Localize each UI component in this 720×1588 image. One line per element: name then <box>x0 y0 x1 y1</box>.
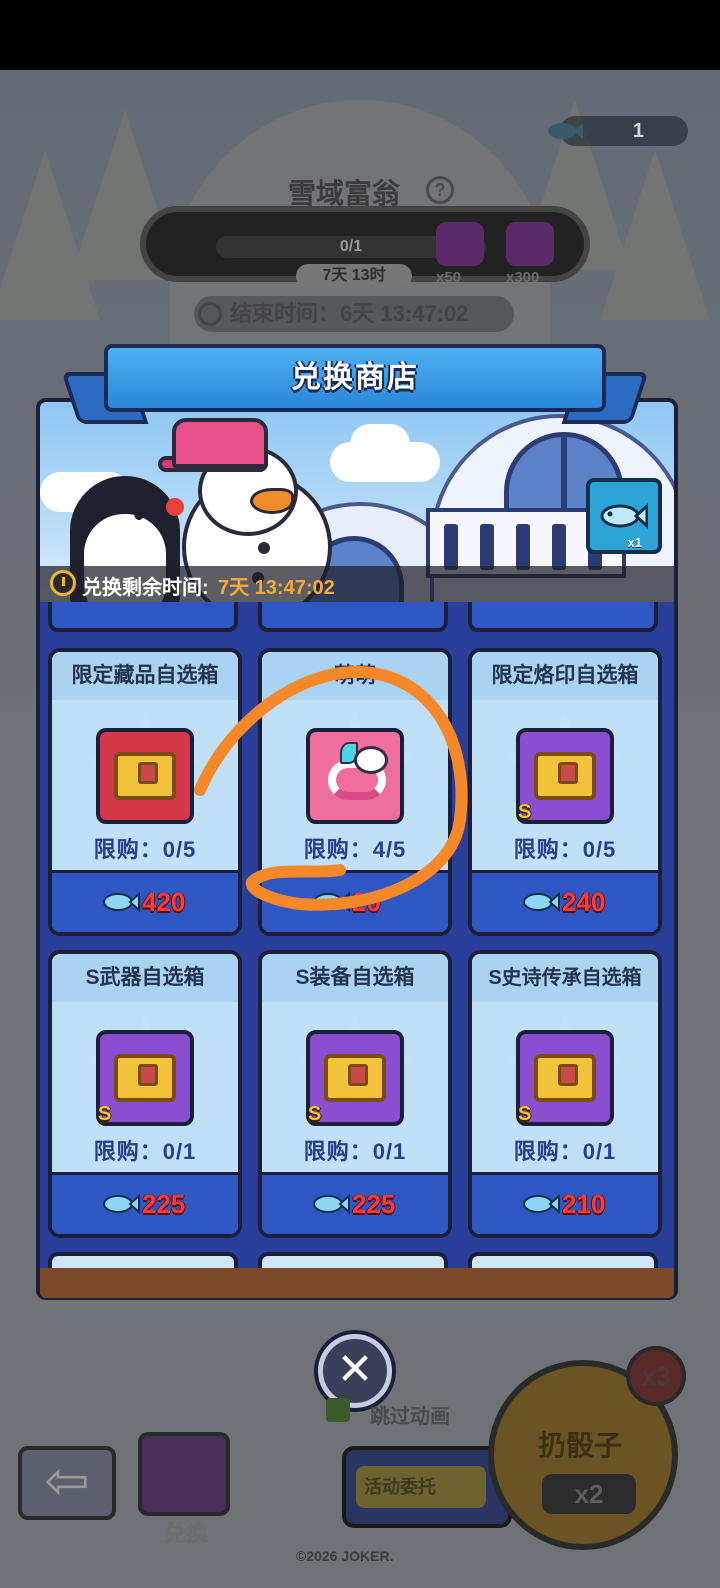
event-end-time: 结束时间：6天 13:47:02 <box>194 296 514 332</box>
multiplier-badge[interactable]: x3 <box>626 1346 686 1406</box>
item-price: 420 <box>142 887 186 917</box>
treasure-chest-icon <box>96 728 194 824</box>
stopwatch-icon <box>50 570 76 596</box>
remaining-time-label: 兑换剩余时间: <box>82 577 209 599</box>
exchange-icon <box>138 1432 230 1516</box>
fish-icon <box>548 123 583 139</box>
shop-title-ribbon: 兑换商店 <box>61 344 649 424</box>
item-purchase-limit: 限购：0/5 <box>513 837 617 862</box>
rank-badge: S <box>518 801 532 823</box>
item-name: 萌萌 <box>262 652 448 700</box>
gem-reward-icon: x50 <box>436 222 484 286</box>
shop-item-card[interactable]: S装备自选箱 S 限购：0/1 225 <box>258 950 452 1238</box>
item-price-button[interactable]: 20 <box>262 870 448 932</box>
shop-item-card[interactable]: S武器自选箱 S 限购：0/1 225 <box>48 950 242 1238</box>
item-name: 限定烙印自选箱 <box>472 652 658 700</box>
helmet-chest-icon: S <box>306 1030 404 1126</box>
copyright-text: ©2026 JOKER. <box>296 1548 394 1564</box>
event-task-button[interactable]: 活动委托 <box>342 1446 512 1528</box>
item-price: 225 <box>352 1189 396 1219</box>
item-price-button[interactable]: 225 <box>52 1172 238 1234</box>
fish-icon <box>523 891 560 913</box>
item-name: 限定藏品自选箱 <box>52 652 238 700</box>
modal-footer <box>40 1268 674 1298</box>
fish-icon <box>523 1193 560 1215</box>
item-price-button[interactable]: 210 <box>472 1172 658 1234</box>
fish-currency-counter: 1 <box>548 116 688 146</box>
event-timer-pill: 7天 13时 <box>296 264 412 288</box>
shop-title: 兑换商店 <box>291 361 419 394</box>
item-name: S武器自选箱 <box>52 954 238 1002</box>
item-purchase-limit: 限购：4/5 <box>303 837 407 862</box>
shop-item-card[interactable]: 限定烙印自选箱 S 限购：0/5 240 <box>468 648 662 936</box>
item-price: 210 <box>562 1189 606 1219</box>
clock-icon <box>198 302 222 326</box>
exchange-button[interactable]: 兑换 <box>138 1432 238 1546</box>
rank-badge: S <box>98 1103 112 1125</box>
item-purchase-limit: 限购：0/1 <box>513 1139 617 1164</box>
shop-item-card[interactable]: S史诗传承自选箱 S 限购：0/1 210 <box>468 950 662 1238</box>
skip-animation-toggle[interactable]: 跳过动画 <box>326 1394 476 1428</box>
fish-icon <box>103 891 140 913</box>
fish-ticket-balance[interactable]: x1 <box>586 478 662 554</box>
shield-chest-icon: S <box>96 1030 194 1126</box>
item-purchase-limit: 限购：0/1 <box>303 1139 407 1164</box>
remaining-time-bar: 兑换剩余时间: 7天 13:47:02 <box>40 566 674 602</box>
fish-icon <box>600 503 648 529</box>
item-purchase-limit: 限购：0/1 <box>93 1139 197 1164</box>
item-name: S装备自选箱 <box>262 954 448 1002</box>
item-purchase-limit: 限购：0/5 <box>93 837 197 862</box>
pet-snake-icon <box>306 728 404 824</box>
item-price-button[interactable]: 420 <box>52 870 238 932</box>
item-price-button[interactable]: 225 <box>262 1172 448 1234</box>
fish-icon <box>103 1193 140 1215</box>
item-price: 20 <box>352 887 381 917</box>
item-name: S史诗传承自选箱 <box>472 954 658 1002</box>
rank-badge: S <box>518 1103 532 1125</box>
remaining-time-value: 7天 13:47:02 <box>218 577 335 599</box>
star-chest-icon: S <box>516 1030 614 1126</box>
item-price: 225 <box>142 1189 186 1219</box>
gem-reward-icon: x300 <box>506 222 554 286</box>
checkbox-icon <box>326 1398 350 1422</box>
rank-badge: S <box>308 1103 322 1125</box>
skull-chest-icon: S <box>516 728 614 824</box>
fish-icon <box>313 891 350 913</box>
status-bar <box>0 0 720 70</box>
fish-count: 1 <box>632 120 644 142</box>
shop-item-grid[interactable]: 限定藏品自选箱 限购：0/5 420 萌萌 限购：4/5 20 限定烙印自选箱 … <box>40 602 674 1268</box>
item-price: 240 <box>562 887 606 917</box>
shop-item-card[interactable]: 萌萌 限购：4/5 20 <box>258 648 452 936</box>
ticket-quantity: x1 <box>627 535 642 550</box>
question-mark-icon[interactable]: ? <box>426 176 454 204</box>
fish-icon <box>313 1193 350 1215</box>
shop-item-card[interactable]: 限定藏品自选箱 限购：0/5 420 <box>48 648 242 936</box>
back-arrow-icon[interactable]: ⇦ <box>18 1446 116 1520</box>
item-price-button[interactable]: 240 <box>472 870 658 932</box>
